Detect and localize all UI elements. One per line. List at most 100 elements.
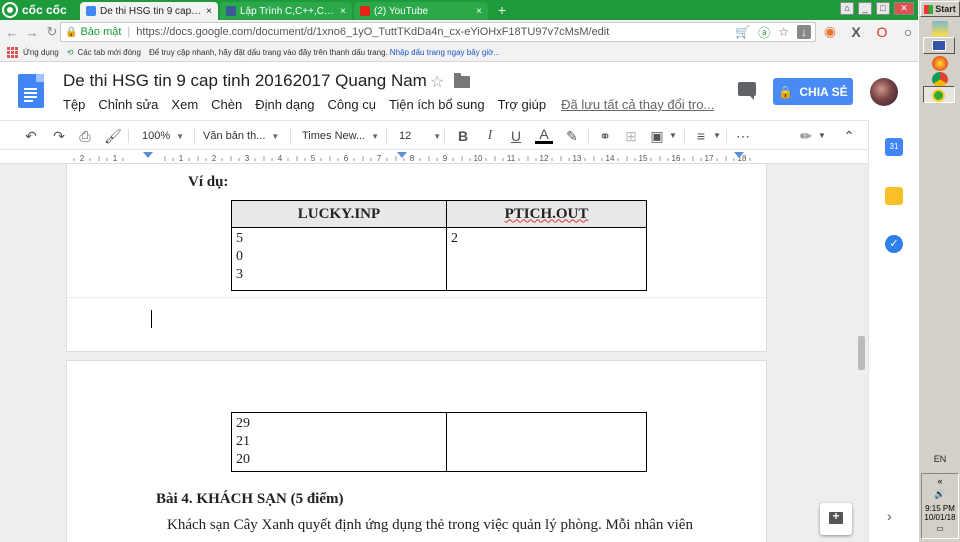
forward-icon[interactable]: → [24, 25, 40, 40]
style-select[interactable]: Văn bản th... ▼ [203, 127, 279, 145]
tab-youtube[interactable]: (2) YouTube × [354, 2, 488, 20]
chevron-right-icon[interactable]: › [887, 508, 892, 524]
import-bookmarks-link[interactable]: Nhập dấu trang ngay bây giờ... [390, 48, 500, 57]
keep-icon[interactable] [885, 187, 903, 205]
translate-icon[interactable]: ⓐ [758, 24, 770, 41]
save-status[interactable]: Đã lưu tất cả thay đổi tro... [561, 97, 714, 112]
first-line-indent-marker [143, 152, 153, 158]
document-page[interactable]: 29 21 20 Bài 4. KHÁCH SẠN (5 điểm) Khách… [66, 360, 767, 542]
underline-icon[interactable]: U [507, 126, 525, 146]
italic-icon[interactable]: I [481, 126, 499, 146]
ruler-label: 3 [245, 154, 250, 163]
font-size-value: 12 [399, 130, 412, 142]
cart-icon[interactable]: 🛒 [735, 25, 750, 39]
tab-google-docs[interactable]: De thi HSG tin 9 cap tinh 2016 × [80, 2, 218, 20]
share-button[interactable]: 🔒 CHIA SẺ [773, 78, 853, 105]
text-color-icon[interactable]: A [535, 126, 553, 144]
url-text: https://docs.google.com/document/d/1xno6… [136, 26, 610, 38]
network-icon[interactable]: ▭ [922, 524, 958, 533]
menu-addons[interactable]: Tiện ích bổ sung [389, 97, 485, 112]
maximize-icon[interactable]: □ [876, 2, 890, 15]
folder-icon[interactable] [454, 73, 470, 88]
menu-edit[interactable]: Chỉnh sửa [98, 97, 158, 112]
coccoc-logo[interactable]: cốc cốc [2, 1, 67, 19]
chevron-down-icon[interactable]: ▼ [664, 126, 682, 146]
bookmark-closed-tabs[interactable]: Các tab mới đóng [77, 48, 141, 57]
firefox-icon[interactable] [932, 56, 948, 71]
extension-x-icon[interactable]: X [848, 24, 864, 40]
menu-tools[interactable]: Công cụ [328, 97, 376, 112]
calendar-icon[interactable]: 31 [885, 138, 903, 156]
collapse-toolbar-icon[interactable]: ⌃ [840, 126, 858, 146]
ruler-label: 11 [507, 154, 516, 163]
ruler-label: 4 [278, 154, 283, 163]
menu-format[interactable]: Định dạng [255, 97, 314, 112]
document-canvas[interactable]: Ví dụ: LUCKY.INP PTICH.OUT 5 0 3 2 29 21… [0, 164, 868, 542]
chevron-down-icon[interactable]: ▼ [813, 126, 831, 146]
font-size-select[interactable]: 12 ▼ [399, 127, 441, 145]
new-tab-button[interactable]: + [494, 2, 510, 18]
start-button[interactable]: Start [920, 1, 960, 17]
tasks-icon[interactable]: ✓ [885, 235, 903, 253]
google-docs-home-icon[interactable] [18, 74, 44, 108]
bookmark-apps[interactable]: Ứng dụng [23, 48, 59, 57]
chevron-left-icon[interactable]: « [922, 476, 958, 486]
youtube-icon [360, 6, 370, 16]
brand-name: cốc cốc [22, 3, 67, 17]
close-icon[interactable]: × [206, 6, 212, 17]
back-icon[interactable]: ← [4, 25, 20, 40]
undo-icon[interactable]: ↶ [22, 126, 40, 146]
comments-icon[interactable] [738, 82, 756, 100]
opera-icon[interactable]: O [874, 24, 890, 40]
apps-icon[interactable] [7, 47, 18, 58]
menu-view[interactable]: Xem [171, 97, 198, 112]
window-close-icon[interactable]: ✕ [894, 2, 914, 15]
tab-label: (2) YouTube [374, 5, 429, 17]
style-value: Văn bản th... [203, 130, 266, 142]
tab-facebook[interactable]: Lập Trình C,C++,C#,Java, F × [220, 2, 352, 20]
redo-icon[interactable]: ↷ [50, 126, 68, 146]
reload-icon[interactable]: ↻ [44, 24, 60, 40]
more-icon[interactable]: ⋯ [734, 126, 752, 146]
print-icon[interactable]: ⎙ [76, 126, 94, 146]
bookmark-star-icon[interactable]: ☆ [778, 25, 789, 39]
highlight-icon[interactable]: ✎ [563, 126, 581, 146]
menu-help[interactable]: Trợ giúp [498, 97, 547, 112]
font-select[interactable]: Times New... ▼ [302, 127, 379, 145]
scrollbar-thumb[interactable] [858, 336, 865, 370]
ruler[interactable]: 2 1 1 2 3 4 5 6 7 8 9 10 11 12 13 14 15 16 17 18 [0, 150, 868, 164]
link-icon[interactable]: ⚭ [596, 126, 614, 146]
explore-button[interactable] [820, 503, 852, 535]
zoom-select[interactable]: 100% ▼ [142, 127, 184, 145]
menu-file[interactable]: Tệp [63, 97, 85, 112]
ruler-label: 10 [474, 154, 483, 163]
avatar[interactable] [870, 78, 898, 106]
paint-format-icon[interactable]: 🖌 [104, 126, 122, 146]
speaker-icon[interactable]: 🔊 [922, 489, 958, 500]
quicklaunch-icon[interactable] [932, 21, 948, 36]
url-input[interactable]: 🔒 Bảo mật | https://docs.google.com/docu… [60, 22, 816, 42]
ruler-label: 16 [672, 154, 681, 163]
document-title[interactable]: De thi HSG tin 9 cap tinh 20162017 Quang… [63, 71, 427, 91]
chrome-icon[interactable] [932, 72, 948, 87]
taskbar-coccoc-button[interactable] [923, 86, 955, 103]
ruler-label: 14 [606, 154, 615, 163]
extension-coccoc-icon[interactable]: ◉ [822, 23, 838, 40]
menu-circle-icon[interactable]: ○ [900, 24, 916, 40]
star-icon[interactable]: ☆ [430, 72, 444, 92]
add-comment-icon[interactable]: ⊞ [622, 126, 640, 146]
bold-icon[interactable]: B [454, 126, 472, 146]
document-scrollbar[interactable] [855, 164, 868, 542]
download-icon[interactable]: ↓ [797, 25, 811, 39]
profile-icon[interactable]: ⌂ [840, 2, 854, 15]
minimize-icon[interactable]: _ [858, 2, 872, 15]
close-icon[interactable]: × [340, 6, 346, 17]
close-icon[interactable]: × [476, 6, 482, 17]
document-page[interactable]: Ví dụ: LUCKY.INP PTICH.OUT 5 0 3 2 [66, 164, 767, 352]
clock-time[interactable]: 9:15 PM [922, 504, 958, 513]
language-indicator[interactable]: EN [919, 454, 960, 464]
clock-date[interactable]: 10/01/18 [922, 513, 958, 522]
menu-insert[interactable]: Chèn [211, 97, 242, 112]
taskbar-window-button[interactable] [923, 37, 955, 54]
chevron-down-icon[interactable]: ▼ [708, 126, 726, 146]
